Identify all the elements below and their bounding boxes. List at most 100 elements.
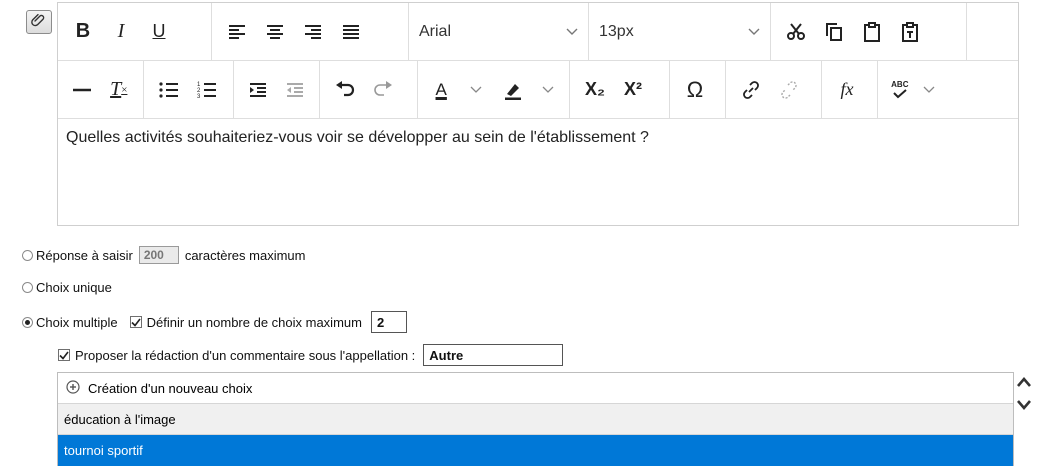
chevron-down-icon: [923, 86, 935, 94]
link-icon: [743, 80, 759, 99]
highlighter-icon: [504, 83, 521, 100]
font-color-icon: A: [435, 79, 447, 99]
max-choice-checkbox[interactable]: [129, 316, 142, 328]
paste-button[interactable]: [853, 13, 891, 51]
bold-button[interactable]: B: [64, 13, 102, 51]
align-group: [212, 3, 409, 60]
scroll-down-button[interactable]: [1016, 398, 1032, 416]
font-color-button[interactable]: A: [424, 71, 494, 109]
chevron-down-icon: [542, 86, 554, 94]
add-choice-label: Création d'un nouveau choix: [88, 380, 253, 396]
align-right-button[interactable]: [294, 13, 332, 51]
copy-button[interactable]: [815, 13, 853, 51]
indent-icon: [250, 82, 267, 97]
attachment-button[interactable]: [26, 10, 52, 34]
link-group: [726, 61, 822, 118]
align-left-icon: [229, 24, 245, 39]
chevron-up-icon: [1017, 377, 1031, 387]
clipboard-icon: [864, 21, 880, 42]
cut-button[interactable]: [777, 13, 815, 51]
align-justify-button[interactable]: [332, 13, 370, 51]
link-button[interactable]: [732, 71, 770, 109]
single-choice-radio[interactable]: [22, 282, 33, 293]
paste-text-icon: [902, 21, 918, 42]
align-justify-icon: [343, 24, 359, 39]
subscript-button[interactable]: X₂: [576, 71, 614, 109]
undo-icon: [336, 80, 355, 96]
italic-button[interactable]: I: [102, 13, 140, 51]
choice-label: éducation à l'image: [64, 411, 176, 427]
single-choice-label: Choix unique: [36, 280, 112, 295]
font-size-select[interactable]: 13px: [589, 3, 771, 60]
unlink-button[interactable]: [770, 71, 808, 109]
max-chars-input[interactable]: 200: [138, 246, 179, 264]
remove-format-x-icon: ×: [121, 83, 128, 96]
font-family-select[interactable]: Arial: [409, 3, 589, 60]
scissors-icon: [787, 22, 805, 40]
spellcheck-icon: ABC: [891, 79, 909, 99]
single-choice-option[interactable]: Choix unique: [22, 280, 112, 295]
free-text-radio[interactable]: [22, 249, 33, 261]
max-chars-label: caractères maximum: [184, 247, 306, 263]
underline-button[interactable]: U: [140, 13, 178, 51]
paste-text-button[interactable]: [891, 13, 929, 51]
spellcheck-group: ABC: [878, 61, 948, 118]
indent-group: [234, 61, 320, 118]
choices-list: Création d'un nouveau choix éducation à …: [57, 372, 1014, 466]
chevron-down-icon: [1017, 400, 1031, 410]
align-center-icon: [267, 24, 283, 39]
numbered-list-button[interactable]: 123: [188, 71, 226, 109]
special-group: Ω: [670, 61, 726, 118]
highlight-color-button[interactable]: [494, 71, 564, 109]
remove-format-button[interactable]: T ×: [101, 71, 138, 109]
misc-group: T ×: [58, 61, 144, 118]
spellcheck-button[interactable]: ABC: [884, 71, 942, 109]
toolbar-row-2: T × 123 A X₂ X² Ω fx ABC: [58, 61, 1018, 119]
add-choice-row[interactable]: Création d'un nouveau choix: [58, 373, 1013, 404]
script-group: X₂ X²: [570, 61, 670, 118]
font-size-value: 13px: [599, 22, 634, 40]
color-group: A: [418, 61, 570, 118]
spellcheck-label: ABC: [891, 79, 909, 89]
list-group: 123: [144, 61, 234, 118]
formula-button[interactable]: fx: [828, 71, 866, 109]
scroll-up-button[interactable]: [1016, 375, 1032, 393]
list-item[interactable]: éducation à l'image: [58, 404, 1013, 435]
choice-label: tournoi sportif: [64, 443, 143, 458]
undo-button[interactable]: [326, 71, 364, 109]
comment-option[interactable]: Proposer la rédaction d'un commentaire s…: [58, 343, 564, 367]
svg-text:3: 3: [197, 94, 201, 99]
indent-button[interactable]: [240, 71, 277, 109]
special-character-button[interactable]: Ω: [676, 71, 714, 109]
list-scrollbar[interactable]: [1014, 372, 1034, 466]
horizontal-line-icon: [73, 88, 92, 91]
chevron-down-icon: [748, 23, 760, 41]
horizontal-line-button[interactable]: [64, 71, 101, 109]
multiple-choice-option[interactable]: Choix multiple Définir un nombre de choi…: [22, 311, 407, 333]
comment-name-input[interactable]: Autre: [423, 344, 564, 366]
free-text-option[interactable]: Réponse à saisir 200 caractères maximum: [22, 246, 305, 264]
redo-button[interactable]: [364, 71, 402, 109]
align-center-button[interactable]: [256, 13, 294, 51]
superscript-button[interactable]: X²: [614, 71, 652, 109]
clipboard-group: [771, 3, 967, 60]
toolbar-row-1: B I U Arial 13px: [58, 3, 1018, 61]
editor-content[interactable]: Quelles activités souhaiteriez-vous voir…: [58, 119, 1018, 225]
question-text: Quelles activités souhaiteriez-vous voir…: [66, 129, 649, 146]
max-choice-input[interactable]: 2: [370, 311, 407, 333]
align-left-button[interactable]: [218, 13, 256, 51]
font-family-value: Arial: [419, 22, 452, 40]
bullet-list-button[interactable]: [150, 71, 188, 109]
comment-checkbox[interactable]: [58, 349, 70, 361]
free-text-label: Réponse à saisir: [36, 247, 133, 263]
multiple-choice-radio[interactable]: [22, 316, 33, 328]
history-group: [320, 61, 418, 118]
comment-label: Proposer la rédaction d'un commentaire s…: [75, 347, 416, 363]
outdent-button[interactable]: [277, 71, 314, 109]
multiple-choice-label: Choix multiple: [36, 314, 118, 330]
list-item-selected[interactable]: tournoi sportif: [58, 435, 1013, 466]
checkmark-icon: [131, 318, 141, 327]
copy-icon: [826, 22, 842, 41]
paperclip-icon: [31, 12, 47, 33]
rich-text-editor: B I U Arial 13px T × 1 2 3 A X₂ X² Ω fx …: [57, 2, 1019, 226]
